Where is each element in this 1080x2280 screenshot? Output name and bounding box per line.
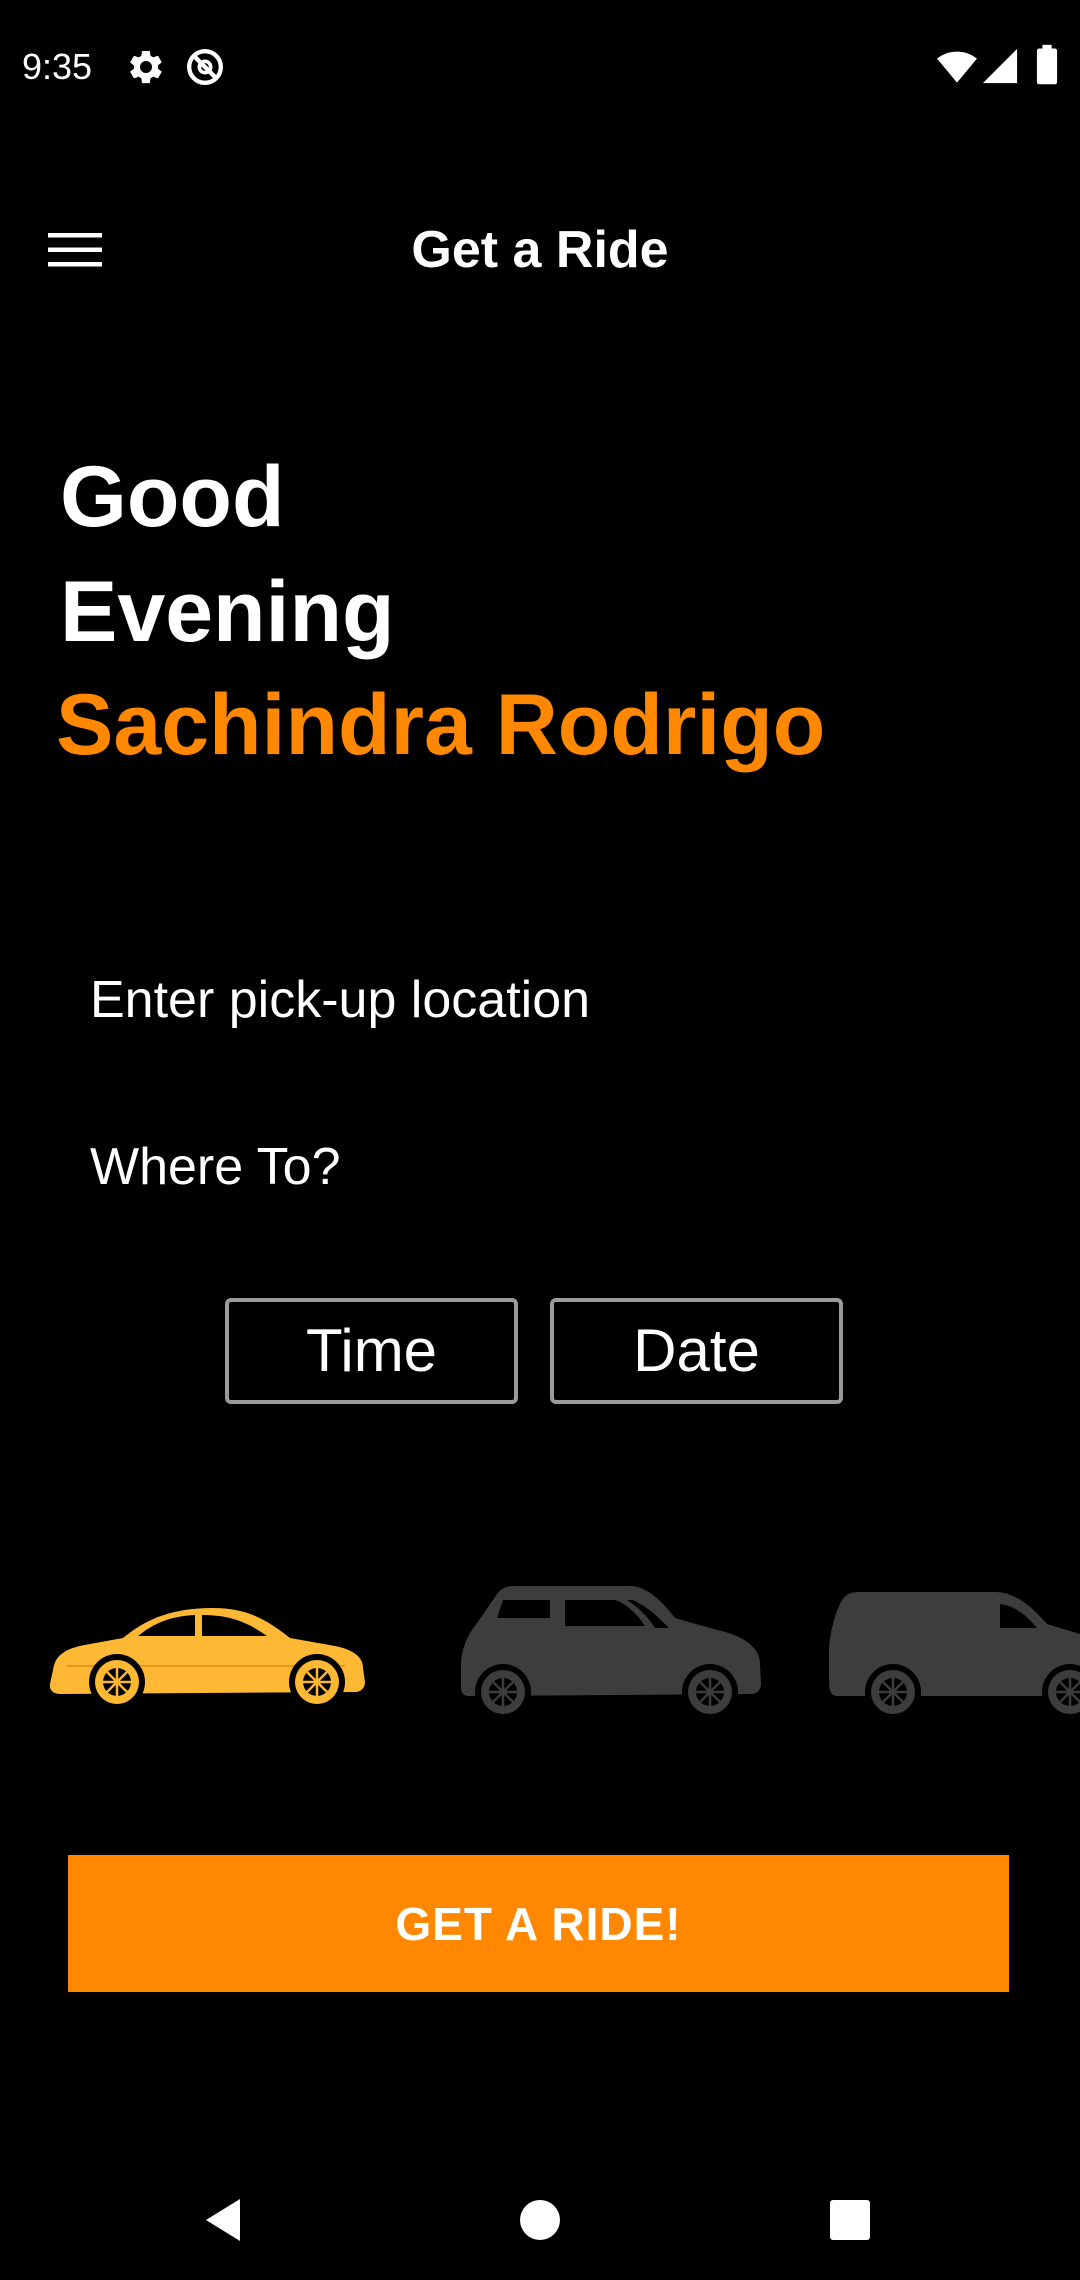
settings-icon	[126, 47, 166, 92]
van-icon	[829, 1592, 1080, 1720]
greeting-line-2: Evening	[60, 564, 395, 660]
menu-button[interactable]	[40, 220, 110, 280]
nav-back-button[interactable]	[190, 2185, 260, 2255]
vehicle-selector	[0, 1570, 1080, 1740]
nav-home-button[interactable]	[505, 2185, 575, 2255]
status-time: 9:35	[22, 46, 93, 87]
greeting: Good Evening	[60, 440, 395, 670]
do-not-disturb-icon	[185, 47, 225, 92]
date-button[interactable]: Date	[550, 1298, 843, 1404]
vehicle-option-hatchback[interactable]	[455, 1570, 765, 1740]
pickup-location-input[interactable]	[70, 945, 970, 1055]
hatchback-car-icon	[461, 1586, 761, 1720]
app-bar: Get a Ride	[0, 195, 1080, 305]
cellular-signal-icon	[982, 48, 1018, 89]
hamburger-menu-icon	[48, 233, 102, 267]
wifi-icon	[936, 48, 978, 89]
nav-recents-button[interactable]	[815, 2185, 885, 2255]
system-nav-bar	[0, 2160, 1080, 2280]
home-icon	[520, 2200, 560, 2240]
back-icon	[206, 2199, 240, 2241]
destination-input[interactable]	[70, 1112, 970, 1222]
status-bar: 9:35	[0, 0, 1080, 135]
page-title: Get a Ride	[411, 221, 669, 279]
user-name: Sachindra Rodrigo	[56, 677, 826, 773]
vehicle-option-van[interactable]	[825, 1570, 1080, 1740]
greeting-line-1: Good	[60, 449, 285, 545]
get-a-ride-button[interactable]: GET A RIDE!	[68, 1855, 1009, 1992]
recents-icon	[830, 2200, 870, 2240]
time-button[interactable]: Time	[225, 1298, 518, 1404]
battery-icon	[1036, 44, 1058, 91]
sedan-car-icon	[49, 1608, 365, 1710]
vehicle-option-sedan[interactable]	[45, 1570, 370, 1740]
